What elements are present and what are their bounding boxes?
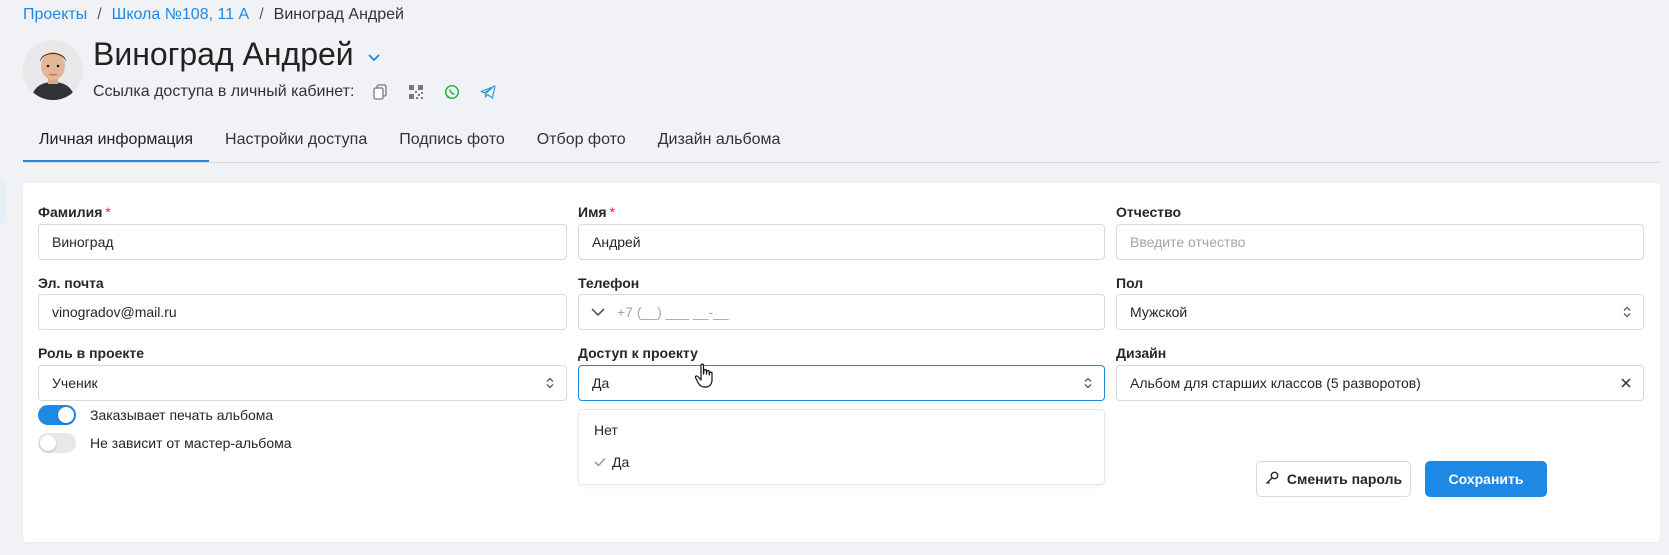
breadcrumb-projects-link[interactable]: Проекты: [23, 6, 87, 24]
access-label: Доступ к проекту: [578, 345, 698, 361]
name-label-text: Имя: [578, 204, 607, 220]
tab-personal-info[interactable]: Личная информация: [23, 120, 210, 162]
email-input[interactable]: vinogradov@mail.ru: [38, 294, 567, 330]
key-icon: [1265, 471, 1279, 488]
page-title: Виноград Андрей: [93, 36, 354, 72]
design-value: Альбом для старших классов (5 разворотов…: [1130, 375, 1421, 391]
tab-album-design[interactable]: Дизайн альбома: [642, 120, 797, 162]
title-row: Виноград Андрей: [93, 34, 380, 74]
country-chevron-icon[interactable]: [591, 308, 605, 316]
role-value: Ученик: [52, 375, 98, 391]
design-label: Дизайн: [1116, 345, 1167, 361]
gender-label: Пол: [1116, 275, 1144, 291]
breadcrumb-separator: /: [97, 6, 102, 23]
breadcrumb: Проекты / Школа №108, 11 А / Виноград Ан…: [23, 6, 404, 24]
name-label: Имя *: [578, 204, 615, 220]
save-label: Сохранить: [1448, 471, 1524, 487]
surname-label: Фамилия *: [38, 204, 111, 220]
save-button[interactable]: Сохранить: [1425, 461, 1547, 497]
master-album-label: Не зависит от мастер-альбома: [90, 435, 292, 451]
tab-bar: Личная информация Настройки доступа Подп…: [23, 120, 1660, 163]
access-value: Да: [592, 375, 610, 391]
required-mark: *: [105, 204, 111, 220]
role-label: Роль в проекте: [38, 345, 145, 361]
patronymic-input[interactable]: Введите отчество: [1116, 224, 1644, 260]
change-password-button[interactable]: Сменить пароль: [1256, 461, 1411, 497]
toggle-knob: [58, 407, 74, 423]
surname-input[interactable]: Виноград: [38, 224, 567, 260]
design-select[interactable]: Альбом для старших классов (5 разворотов…: [1116, 365, 1644, 401]
check-icon: [594, 454, 606, 470]
master-album-toggle[interactable]: [38, 433, 76, 453]
access-option-label: Да: [612, 454, 630, 470]
access-dropdown-menu: Нет Да: [578, 409, 1105, 485]
name-input[interactable]: Андрей: [578, 224, 1105, 260]
phone-placeholder: +7 (__) ___ __-__: [617, 304, 729, 320]
select-arrows-icon: [1084, 366, 1092, 400]
access-select[interactable]: Да: [578, 365, 1105, 401]
toggle-knob: [40, 435, 56, 451]
required-mark: *: [609, 204, 616, 220]
change-password-label: Сменить пароль: [1286, 471, 1403, 487]
hand-cursor-icon: [694, 363, 714, 394]
role-select[interactable]: Ученик: [38, 365, 567, 401]
gender-value: Мужской: [1130, 304, 1188, 320]
whatsapp-icon[interactable]: [442, 82, 462, 102]
surname-value: Виноград: [52, 234, 114, 250]
chevron-down-icon[interactable]: [368, 49, 380, 65]
surname-label-text: Фамилия: [38, 204, 103, 220]
access-link-label: Ссылка доступа в личный кабинет:: [93, 83, 355, 100]
telegram-icon[interactable]: [478, 82, 498, 102]
email-value: vinogradov@mail.ru: [52, 304, 177, 320]
avatar: [23, 40, 83, 100]
tab-photo-caption[interactable]: Подпись фото: [383, 120, 521, 162]
phone-input[interactable]: +7 (__) ___ __-__: [578, 294, 1105, 330]
select-arrows-icon: [546, 366, 554, 400]
name-value: Андрей: [592, 234, 641, 250]
breadcrumb-school-link[interactable]: Школа №108, 11 А: [112, 6, 250, 24]
patronymic-placeholder: Введите отчество: [1130, 234, 1246, 250]
phone-label: Телефон: [578, 275, 640, 291]
side-strip: [0, 178, 5, 223]
access-option-label: Нет: [594, 422, 618, 438]
tab-access-settings[interactable]: Настройки доступа: [209, 120, 383, 162]
clear-icon[interactable]: [1621, 366, 1631, 400]
copy-icon[interactable]: [370, 82, 390, 102]
gender-select[interactable]: Мужской: [1116, 294, 1644, 330]
access-option-yes[interactable]: Да: [594, 454, 629, 470]
access-option-no[interactable]: Нет: [594, 422, 618, 438]
select-arrows-icon: [1623, 295, 1631, 329]
print-album-toggle[interactable]: [38, 405, 76, 425]
access-link-row: Ссылка доступа в личный кабинет:: [93, 82, 498, 102]
print-album-label: Заказывает печать альбома: [90, 407, 274, 423]
qr-code-icon[interactable]: [406, 82, 426, 102]
tab-photo-selection[interactable]: Отбор фото: [521, 120, 642, 162]
breadcrumb-separator: /: [259, 6, 264, 23]
patronymic-label: Отчество: [1116, 204, 1182, 220]
email-label: Эл. почта: [38, 275, 104, 291]
breadcrumb-current: Виноград Андрей: [273, 6, 404, 23]
personal-info-card: Фамилия * Виноград Имя * Андрей Отчество В…: [23, 183, 1660, 542]
